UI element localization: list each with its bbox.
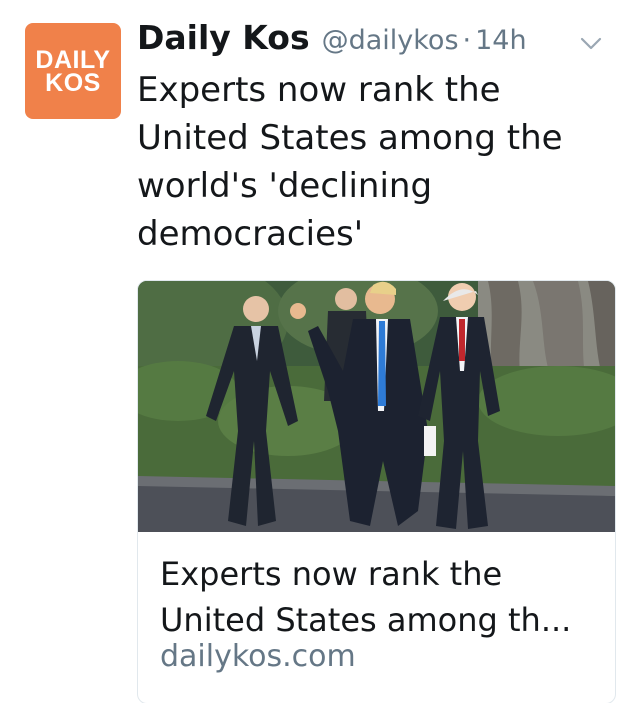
card-image[interactable] (138, 281, 616, 532)
avatar-line-2: KOS (45, 69, 101, 97)
user-handle[interactable]: @dailykos (322, 25, 459, 56)
link-card[interactable]: Experts now rank the United States among… (137, 280, 616, 703)
timestamp[interactable]: 14h (475, 25, 526, 56)
tweet-text: Experts now rank the United States among… (137, 70, 563, 254)
separator-dot: · (462, 25, 472, 56)
card-domain[interactable]: dailykos.com (160, 639, 356, 674)
display-name[interactable]: Daily Kos (137, 18, 310, 57)
card-title[interactable]: Experts now rank the United States among… (160, 551, 600, 643)
tweet[interactable]: DAILY KOS Daily Kos @dailykos · 14h Expe… (0, 0, 626, 703)
chevron-down-icon[interactable] (576, 29, 606, 59)
avatar[interactable]: DAILY KOS (25, 23, 121, 119)
tweet-header: Daily Kos @dailykos · 14h (137, 18, 606, 68)
